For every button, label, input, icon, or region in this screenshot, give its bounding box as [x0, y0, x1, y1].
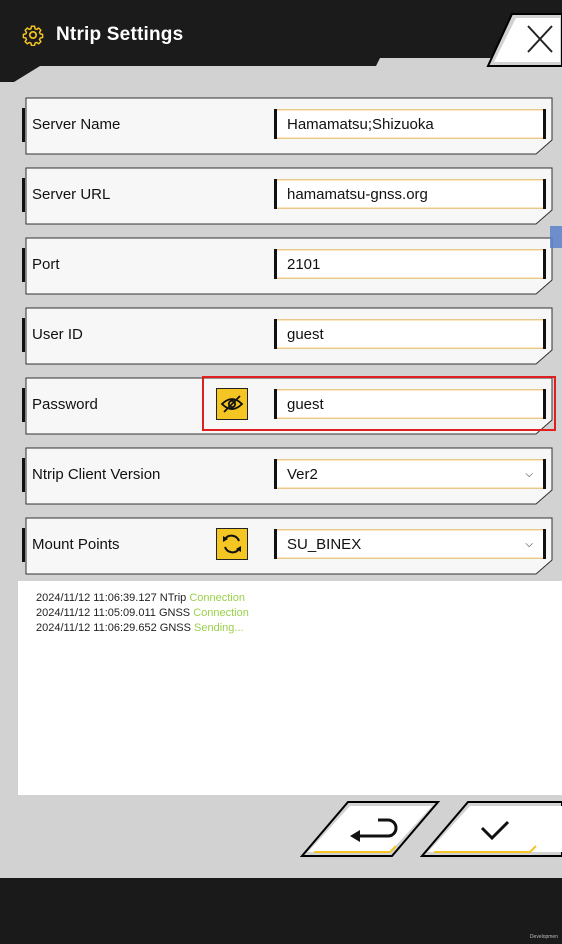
confirm-button[interactable]: [420, 800, 562, 908]
server-name-value: Hamamatsu;Shizuoka: [287, 116, 434, 133]
password-label: Password: [32, 396, 98, 413]
ntrip-client-version-select[interactable]: Ver2 ⌵: [274, 459, 546, 489]
password-highlight: [202, 376, 556, 431]
page-title: Ntrip Settings: [56, 24, 184, 45]
port-value: 2101: [287, 256, 321, 273]
server-name-input[interactable]: Hamamatsu;Shizuoka: [274, 109, 546, 139]
mount-points-label: Mount Points: [32, 536, 120, 553]
port-input[interactable]: 2101: [274, 249, 546, 279]
port-row: Port 2101: [22, 236, 556, 296]
server-url-label: Server URL: [32, 186, 111, 203]
user-id-input[interactable]: guest: [274, 319, 546, 349]
return-button[interactable]: [300, 800, 440, 908]
log-status: Connection: [193, 607, 249, 619]
log-line: 2024/11/12 11:06:29.652 GNSS Sending...: [36, 622, 244, 634]
user-id-label: User ID: [32, 326, 83, 343]
log-line: 2024/11/12 11:06:39.127 NTrip Connection: [36, 592, 245, 604]
server-name-label: Server Name: [32, 116, 121, 133]
log-status: Sending...: [194, 622, 244, 634]
ntrip-client-version-row: Ntrip Client Version Ver2 ⌵: [22, 446, 556, 506]
ntrip-client-version-value: Ver2: [287, 466, 318, 483]
side-tab-icon[interactable]: [550, 226, 562, 248]
close-button[interactable]: [482, 12, 562, 68]
gear-icon: [22, 25, 44, 46]
brand-label: Developmen: [529, 934, 558, 940]
server-name-row: Server Name Hamamatsu;Shizuoka: [22, 96, 556, 156]
refresh-mount-points-button[interactable]: [216, 528, 248, 560]
refresh-icon: [223, 534, 241, 554]
log-panel: 2024/11/12 11:06:39.127 NTrip Connection…: [18, 581, 562, 795]
log-status: Connection: [189, 592, 245, 604]
chevron-down-icon: ⌵: [525, 539, 533, 550]
ntrip-client-version-label: Ntrip Client Version: [32, 466, 161, 483]
mount-points-row: Mount Points SU_BINEX ⌵: [22, 516, 556, 576]
server-url-value: hamamatsu-gnss.org: [287, 186, 428, 203]
port-label: Port: [32, 256, 60, 273]
log-line: 2024/11/12 11:05:09.011 GNSS Connection: [36, 607, 249, 619]
chevron-down-icon: ⌵: [525, 469, 533, 480]
panel-top-edge: [0, 58, 380, 82]
title-group: Ntrip Settings: [22, 24, 183, 46]
mount-points-value: SU_BINEX: [287, 536, 362, 553]
mount-points-select[interactable]: SU_BINEX ⌵: [274, 529, 546, 559]
user-id-value: guest: [287, 326, 324, 343]
user-id-row: User ID guest: [22, 306, 556, 366]
server-url-row: Server URL hamamatsu-gnss.org: [22, 166, 556, 226]
server-url-input[interactable]: hamamatsu-gnss.org: [274, 179, 546, 209]
